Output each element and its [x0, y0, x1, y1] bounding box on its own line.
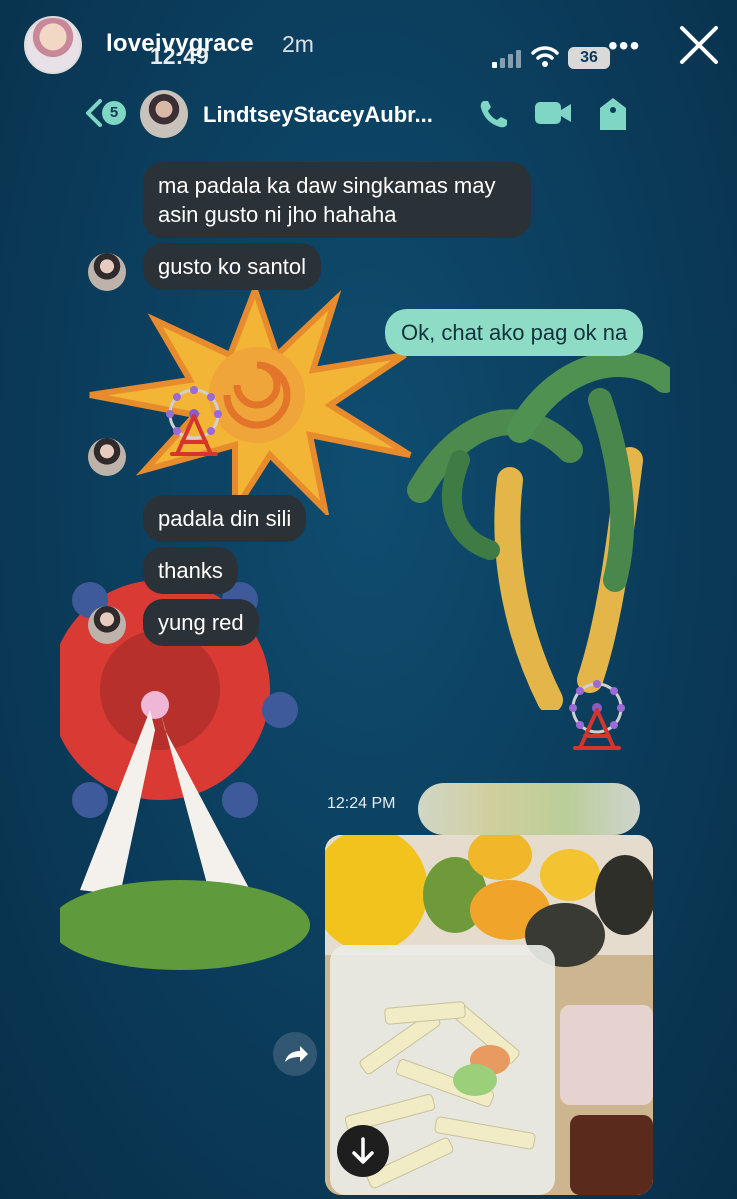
message-text: Ok, chat ako pag ok na	[401, 320, 628, 345]
message-text: padala din sili	[158, 506, 292, 531]
chat-navigation-bar: 5 LindtseyStaceyAubr...	[0, 90, 737, 140]
incoming-message[interactable]: gusto ko santol	[143, 243, 321, 290]
message-text: yung red	[158, 610, 244, 635]
story-header: loveivygrace 2m 12:49 36 •••	[0, 0, 737, 90]
message-text: gusto ko santol	[158, 254, 306, 279]
close-icon[interactable]	[678, 24, 720, 66]
incoming-message[interactable]: ma padala ka daw singkamas may asin gust…	[143, 162, 531, 238]
battery-indicator: 36	[568, 47, 610, 69]
unread-count-badge: 5	[102, 101, 126, 125]
incoming-message[interactable]: yung red	[143, 599, 259, 646]
phone-icon[interactable]	[478, 98, 510, 130]
corn-illustration	[418, 783, 640, 835]
sender-avatar[interactable]	[88, 606, 126, 644]
video-camera-icon[interactable]	[534, 100, 572, 126]
group-avatar[interactable]	[140, 90, 188, 138]
story-time-ago: 2m	[282, 31, 314, 57]
status-bar-time: 12:49	[150, 43, 209, 69]
message-timestamp: 12:24 PM	[327, 795, 396, 812]
incoming-message[interactable]: thanks	[143, 547, 238, 594]
message-text: asin gusto ni jho hahaha	[158, 202, 397, 227]
more-options-icon[interactable]: •••	[608, 30, 640, 62]
sender-avatar[interactable]	[88, 253, 126, 291]
download-button[interactable]	[337, 1125, 389, 1177]
ferris-wheel-icon[interactable]	[567, 680, 627, 752]
photo-message[interactable]	[325, 835, 653, 1195]
chat-title[interactable]: LindtseyStaceyAubr...	[203, 102, 433, 128]
download-arrow-icon	[352, 1137, 374, 1164]
wifi-icon	[531, 46, 559, 67]
story-avatar[interactable]	[24, 16, 82, 74]
ferris-wheel-icon[interactable]	[164, 386, 224, 458]
share-arrow-icon	[285, 1046, 308, 1062]
sender-avatar[interactable]	[88, 438, 126, 476]
message-text: ma padala ka daw singkamas may	[158, 173, 496, 198]
message-text: thanks	[158, 558, 223, 583]
palm-tree-illustration	[407, 351, 670, 710]
incoming-message[interactable]: padala din sili	[143, 495, 307, 542]
tag-icon[interactable]	[598, 96, 628, 132]
outgoing-message[interactable]: Ok, chat ako pag ok na	[385, 309, 644, 356]
cellular-signal-icon	[492, 50, 521, 68]
share-button[interactable]	[273, 1032, 317, 1076]
sun-illustration	[89, 285, 412, 515]
